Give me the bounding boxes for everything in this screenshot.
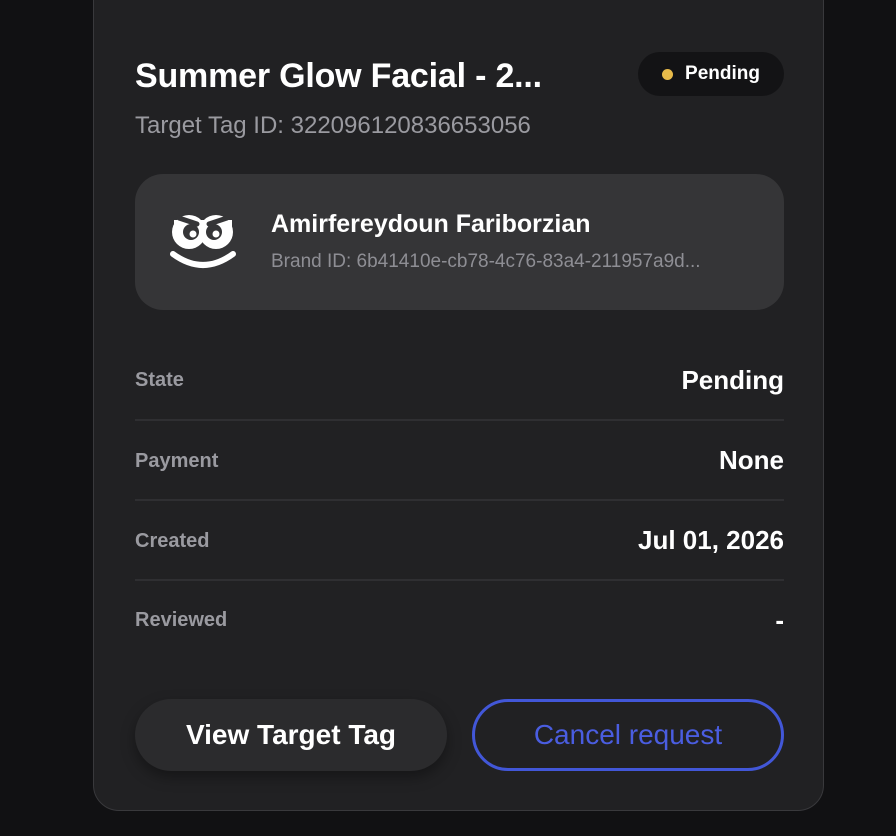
status-badge-label: Pending	[685, 63, 760, 84]
detail-label: Payment	[135, 450, 219, 472]
status-dot-icon	[662, 68, 674, 80]
view-target-tag-button[interactable]: View Target Tag	[135, 699, 447, 771]
cancel-request-button[interactable]: Cancel request	[472, 699, 784, 771]
detail-row-state: State Pending	[135, 341, 784, 421]
smiley-face-icon	[169, 210, 237, 274]
detail-value: None	[719, 445, 784, 475]
detail-row-created: Created Jul 01, 2026	[135, 501, 784, 581]
brand-name: Amirfereydoun Fariborzian	[271, 210, 591, 238]
target-tag-id: Target Tag ID: 322096120836653056	[135, 112, 531, 139]
detail-row-payment: Payment None	[135, 421, 784, 501]
status-badge: Pending	[638, 52, 784, 96]
detail-value: -	[775, 605, 784, 635]
detail-value: Jul 01, 2026	[638, 525, 784, 555]
detail-row-reviewed: Reviewed -	[135, 581, 784, 661]
detail-label: State	[135, 369, 184, 391]
brand-card: Amirfereydoun Fariborzian Brand ID: 6b41…	[135, 174, 784, 310]
detail-label: Created	[135, 530, 210, 552]
detail-value: Pending	[681, 365, 784, 395]
detail-label: Reviewed	[135, 609, 228, 631]
brand-id: Brand ID: 6b41410e-cb78-4c76-83a4-211957…	[271, 251, 701, 272]
request-title: Summer Glow Facial - 2...	[135, 57, 542, 95]
